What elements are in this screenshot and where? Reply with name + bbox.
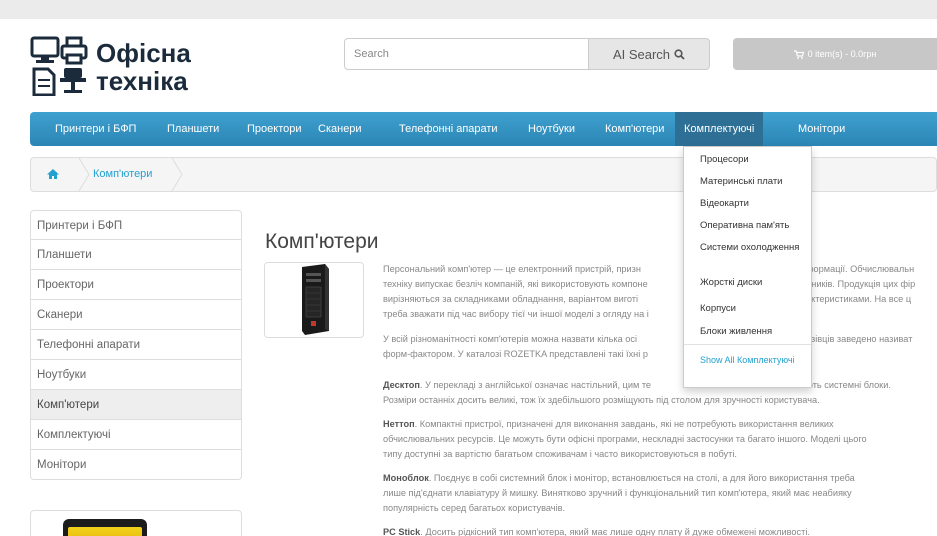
desc-line: техніку випускає безліч компаній, які ви…: [383, 279, 648, 289]
components-dropdown: Процесори Материнські плати Відеокарти О…: [683, 146, 812, 388]
dropdown-item-ram[interactable]: Оперативна пам'ять: [700, 219, 808, 233]
sidebar-item-monitors[interactable]: Монітори: [30, 450, 242, 480]
desc-fragment: ють системні блоки.: [806, 380, 891, 390]
search-input[interactable]: [344, 38, 589, 70]
nav-item-phones[interactable]: Телефонні апарати: [399, 112, 498, 146]
desc-line: PC Stick. Досить рідкісний тип комп'ютер…: [383, 527, 810, 536]
dropdown-item-hdd[interactable]: Жорсткі диски: [700, 276, 808, 290]
breadcrumb-current[interactable]: Комп'ютери: [93, 168, 152, 180]
dropdown-item-cases[interactable]: Корпуси: [700, 302, 808, 316]
desc-line: вирізняються за складниками обладнання, …: [383, 294, 639, 304]
cart-total: 0 item(s) - 0.0грн: [807, 49, 877, 59]
promo-banner[interactable]: [30, 510, 242, 536]
nav-item-tablets[interactable]: Планшети: [167, 112, 219, 146]
dropdown-item-psu[interactable]: Блоки живлення: [700, 325, 808, 339]
dropdown-item-motherboards[interactable]: Материнські плати: [700, 175, 808, 189]
sidebar-item-phones[interactable]: Телефонні апарати: [30, 330, 242, 360]
main-nav: Принтери і БФП Планшети Проектори Сканер…: [30, 112, 937, 146]
home-icon[interactable]: [45, 166, 61, 182]
tablet-image: [63, 519, 147, 536]
office-equipment-icon: [30, 36, 88, 96]
desc-fragment: формації. Обчислювальн: [806, 264, 915, 274]
ai-search-button[interactable]: AI Search: [589, 38, 710, 70]
cart-button[interactable]: 0 item(s) - 0.0грн: [733, 38, 937, 70]
desc-line: У всій різноманітності комп'ютерів можна…: [383, 334, 638, 344]
nav-item-monitors[interactable]: Монітори: [798, 112, 845, 146]
cart-icon: [793, 49, 804, 59]
desc-line: Десктоп. У перекладі з англійської означ…: [383, 380, 652, 390]
page-title: Комп'ютери: [265, 230, 379, 253]
ai-search-label: AI Search: [612, 46, 671, 62]
desc-line: треба зважати під час вибору тієї чи інш…: [383, 309, 649, 319]
sidebar-item-tablets[interactable]: Планшети: [30, 240, 242, 270]
sidebar-item-computers[interactable]: Комп'ютери: [30, 390, 242, 420]
dropdown-item-gpu[interactable]: Відеокарти: [700, 197, 808, 211]
desc-line: популярність серед багатьох користувачів…: [383, 503, 566, 513]
nav-item-scanners[interactable]: Сканери: [318, 112, 362, 146]
dropdown-divider: [684, 344, 811, 345]
desc-line: обчислювальних ресурсів. Це можуть бути …: [383, 434, 867, 444]
desc-line: Неттоп. Компактні пристрої, призначені д…: [383, 419, 834, 429]
logo-line2: техніка: [96, 66, 188, 96]
desc-line: форм-фактором. У каталозі ROZETKA предст…: [383, 349, 648, 359]
sidebar-item-scanners[interactable]: Сканери: [30, 300, 242, 330]
pc-tower-image: [302, 264, 329, 335]
search-bar: AI Search: [344, 38, 710, 70]
nav-item-computers[interactable]: Комп'ютери: [605, 112, 664, 146]
sidebar-item-laptops[interactable]: Ноутбуки: [30, 360, 242, 390]
desc-line: Розміри останніх досить великі, тож їх з…: [383, 395, 820, 405]
dropdown-show-all[interactable]: Show All Комплектуючі: [700, 354, 800, 366]
desc-line: Моноблок. Поєднує в собі системний блок …: [383, 473, 855, 483]
dropdown-item-cpu[interactable]: Процесори: [700, 153, 808, 167]
dropdown-item-cooling[interactable]: Системи охолодження: [700, 241, 808, 255]
nav-item-projectors[interactable]: Проектори: [247, 112, 302, 146]
sidebar-item-components[interactable]: Комплектуючі: [30, 420, 242, 450]
breadcrumb-separator-icon: [78, 158, 90, 191]
category-image: [264, 262, 364, 338]
sidebar-item-printers[interactable]: Принтери і БФП: [30, 210, 242, 240]
desc-fragment: азівців заведено називат: [806, 334, 913, 344]
top-bar: [0, 0, 937, 19]
desc-line: Персональний комп'ютер — це електронний …: [383, 264, 641, 274]
sidebar-item-projectors[interactable]: Проектори: [30, 270, 242, 300]
desc-fragment: бників. Продукція цих фір: [806, 279, 916, 289]
nav-item-components[interactable]: Комплектуючі: [675, 112, 764, 146]
search-icon: [674, 48, 685, 60]
nav-item-laptops[interactable]: Ноутбуки: [528, 112, 575, 146]
desc-fragment: актеристиками. На все ц: [806, 294, 912, 304]
breadcrumb-separator-icon: [171, 158, 183, 191]
desc-line: лише під'єднати клавіатуру й мишку. Виня…: [383, 488, 852, 498]
site-logo[interactable]: Офісна техніка: [30, 34, 230, 98]
nav-item-printers[interactable]: Принтери і БФП: [55, 112, 136, 146]
desc-line: типу доступні за вартістю багатьом спожи…: [383, 449, 737, 459]
logo-line1: Офісна: [96, 38, 191, 68]
